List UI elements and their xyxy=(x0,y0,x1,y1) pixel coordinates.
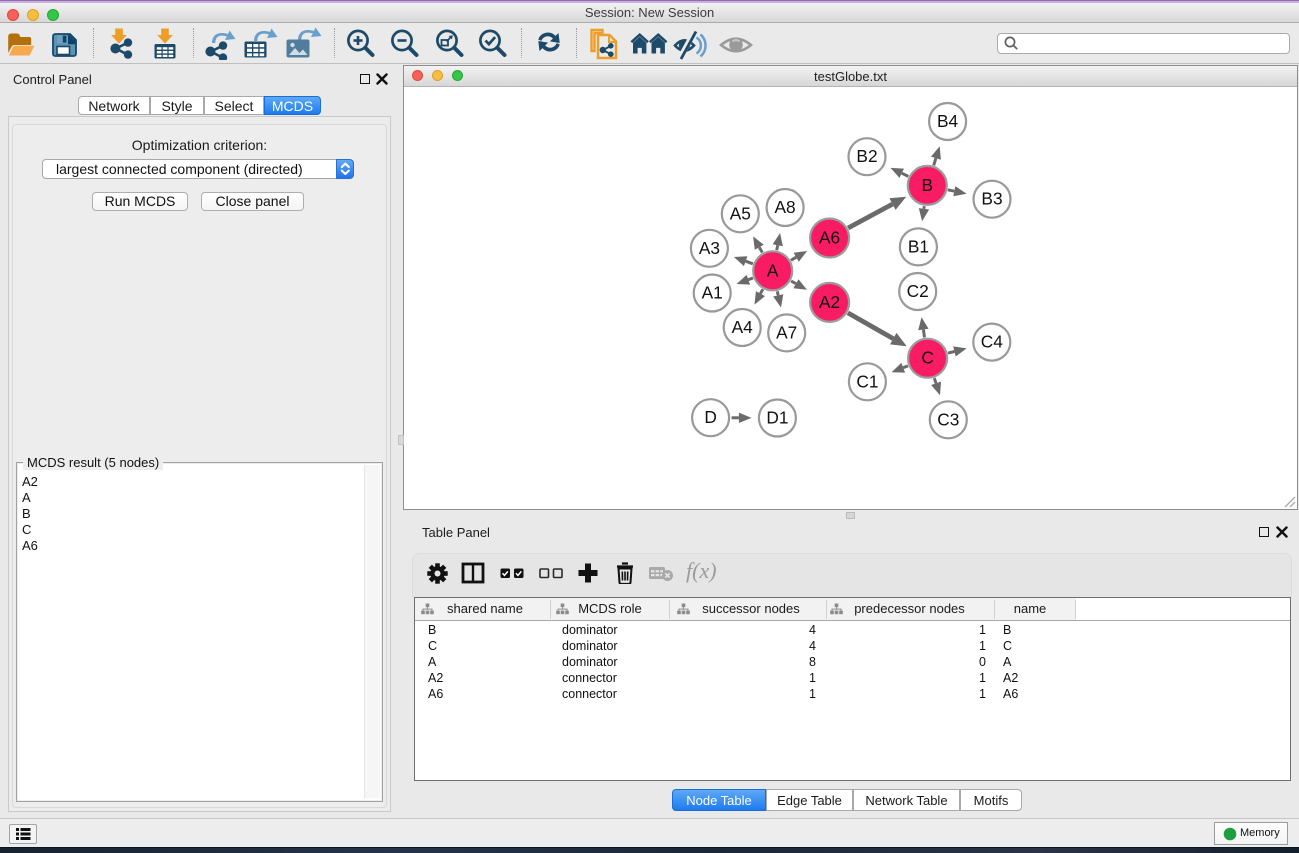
svg-text:A6: A6 xyxy=(819,228,840,248)
svg-text:C3: C3 xyxy=(937,409,959,429)
svg-text:B2: B2 xyxy=(856,146,877,166)
svg-text:B3: B3 xyxy=(981,189,1002,209)
svg-text:C1: C1 xyxy=(856,371,878,391)
svg-text:A7: A7 xyxy=(776,322,797,342)
svg-text:A3: A3 xyxy=(699,238,720,258)
svg-text:B1: B1 xyxy=(908,236,929,256)
svg-text:A2: A2 xyxy=(819,292,840,312)
svg-text:A8: A8 xyxy=(775,197,796,217)
svg-text:C: C xyxy=(921,348,933,368)
svg-text:B4: B4 xyxy=(937,111,959,131)
svg-text:D1: D1 xyxy=(766,408,788,428)
svg-text:A: A xyxy=(767,260,779,280)
svg-text:C2: C2 xyxy=(907,281,929,301)
svg-text:B: B xyxy=(922,175,934,195)
svg-text:D: D xyxy=(704,407,716,427)
svg-text:A5: A5 xyxy=(730,203,751,223)
svg-text:A4: A4 xyxy=(732,317,754,337)
svg-text:C4: C4 xyxy=(981,332,1003,352)
svg-text:A1: A1 xyxy=(702,283,723,303)
